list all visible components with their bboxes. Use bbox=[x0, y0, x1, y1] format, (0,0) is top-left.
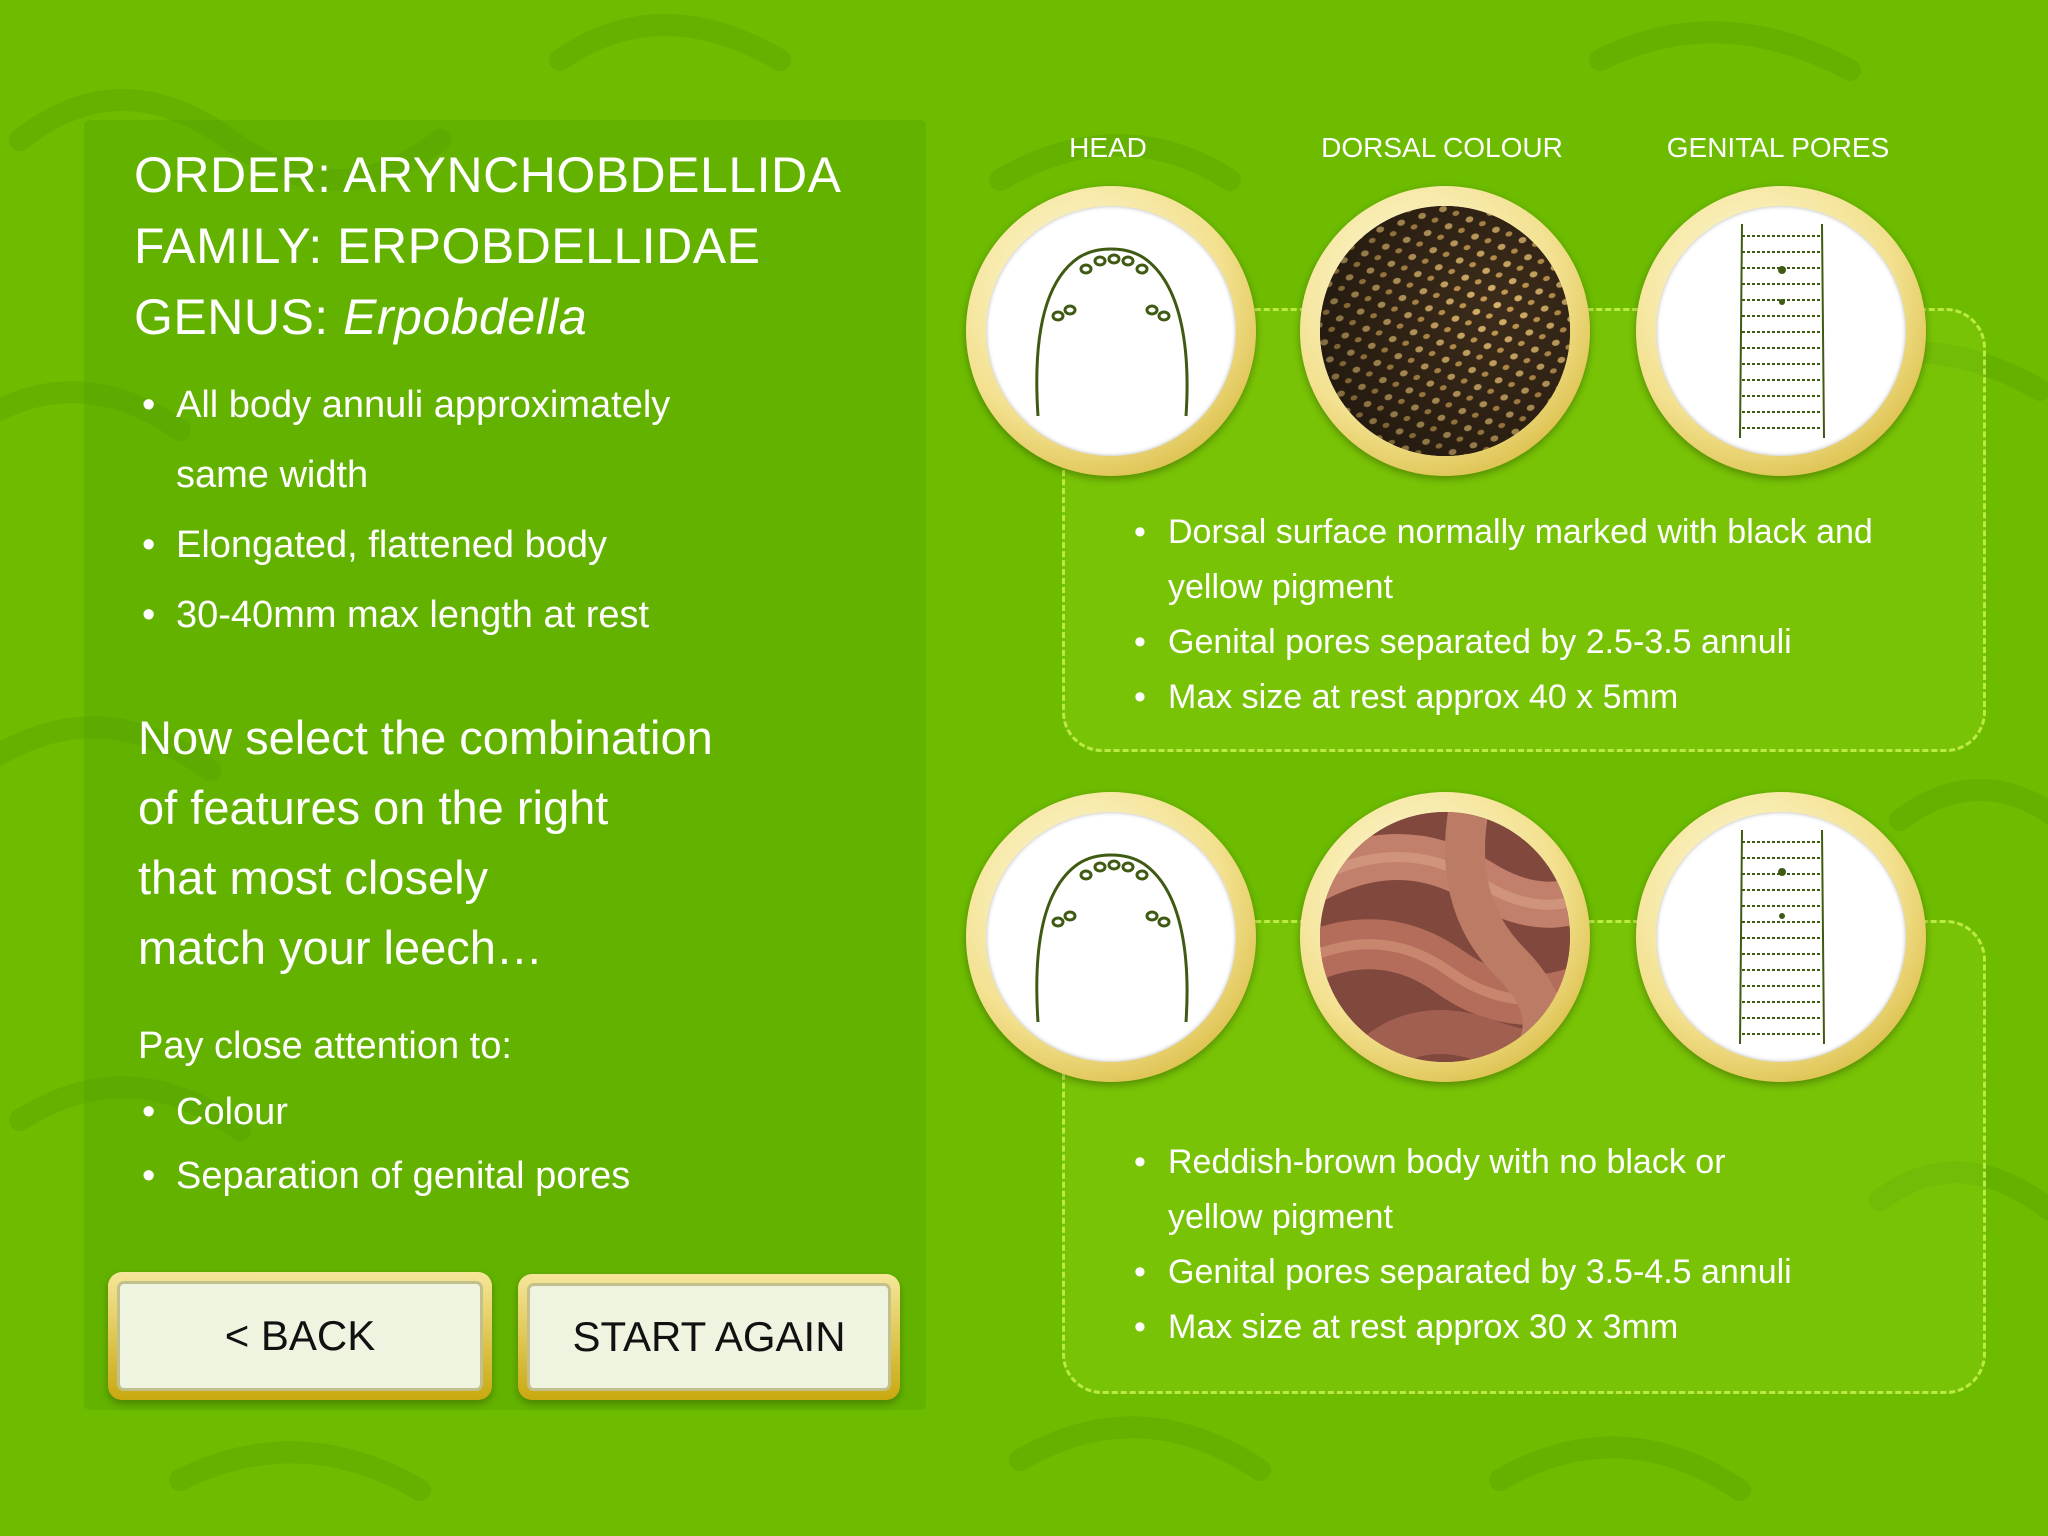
instruction-line: of features on the right bbox=[138, 781, 609, 834]
start-again-button-label: START AGAIN bbox=[527, 1283, 891, 1391]
genus-name: Erpobdella bbox=[343, 289, 588, 345]
genus-traits-list: All body annuli approximately same width… bbox=[138, 370, 670, 650]
option-1-pores-circle[interactable] bbox=[1636, 186, 1926, 476]
leech-head-drawing-icon bbox=[1035, 853, 1189, 1023]
column-label-head: HEAD bbox=[1069, 132, 1147, 163]
attention-item: Separation of genital pores bbox=[138, 1144, 630, 1208]
column-label-genital-pores: GENITAL PORES bbox=[1666, 132, 1890, 163]
option-2-dorsal-circle[interactable] bbox=[1300, 792, 1590, 1082]
trait-item: 30-40mm max length at rest bbox=[138, 580, 670, 650]
instruction-line: match your leech… bbox=[138, 921, 543, 974]
reddish-brown-leech-photo-icon bbox=[1320, 812, 1570, 1062]
attention-item: Colour bbox=[138, 1080, 630, 1144]
instruction-line: that most closely bbox=[138, 851, 489, 904]
trait-item-continuation: same width bbox=[176, 454, 369, 496]
option-1-dorsal-circle[interactable] bbox=[1300, 186, 1590, 476]
column-label-dorsal-colour: DORSAL COLOUR bbox=[1321, 132, 1563, 163]
trait-item: Elongated, flattened body bbox=[138, 510, 670, 580]
option-2-line: Reddish-brown body with no black or bbox=[1130, 1135, 1792, 1190]
back-button-label: < BACK bbox=[117, 1281, 483, 1391]
instruction-line: Now select the combination bbox=[138, 711, 713, 764]
selection-instructions: Now select the combination of features o… bbox=[138, 703, 713, 983]
option-1-line: Dorsal surface normally marked with blac… bbox=[1130, 505, 1873, 560]
option-1-description: Dorsal surface normally marked with blac… bbox=[1130, 505, 1873, 725]
genital-pores-drawing-icon bbox=[1739, 223, 1825, 439]
spotted-dorsal-photo-icon bbox=[1320, 206, 1570, 456]
genus-label: GENUS: bbox=[134, 289, 344, 345]
genital-pores-drawing-icon bbox=[1739, 829, 1825, 1045]
family-line: FAMILY: ERPOBDELLIDAE bbox=[134, 218, 761, 274]
option-2-line: Genital pores separated by 3.5-4.5 annul… bbox=[1130, 1245, 1792, 1300]
genus-line: GENUS: Erpobdella bbox=[134, 282, 841, 353]
option-1-line-continuation: yellow pigment bbox=[1168, 568, 1393, 606]
option-1-line: Max size at rest approx 40 x 5mm bbox=[1130, 670, 1873, 725]
option-2-head-circle[interactable] bbox=[966, 792, 1256, 1082]
option-2-line: Max size at rest approx 30 x 3mm bbox=[1130, 1300, 1792, 1355]
order-line: ORDER: ARYNCHOBDELLIDA bbox=[134, 147, 842, 203]
trait-item: All body annuli approximately bbox=[138, 370, 670, 440]
option-1-line: Genital pores separated by 2.5-3.5 annul… bbox=[1130, 615, 1873, 670]
option-2-line-continuation: yellow pigment bbox=[1168, 1198, 1393, 1236]
taxonomy-heading: ORDER: ARYNCHOBDELLIDA FAMILY: ERPOBDELL… bbox=[134, 140, 841, 353]
option-2-description: Reddish-brown body with no black or yell… bbox=[1130, 1135, 1792, 1355]
option-2-pores-circle[interactable] bbox=[1636, 792, 1926, 1082]
option-1-head-circle[interactable] bbox=[966, 186, 1256, 476]
attention-heading: Pay close attention to: bbox=[138, 1025, 512, 1067]
attention-list: Colour Separation of genital pores bbox=[138, 1080, 630, 1208]
leech-head-drawing-icon bbox=[1035, 247, 1189, 417]
start-again-button[interactable]: START AGAIN bbox=[518, 1274, 900, 1400]
back-button[interactable]: < BACK bbox=[108, 1272, 492, 1400]
